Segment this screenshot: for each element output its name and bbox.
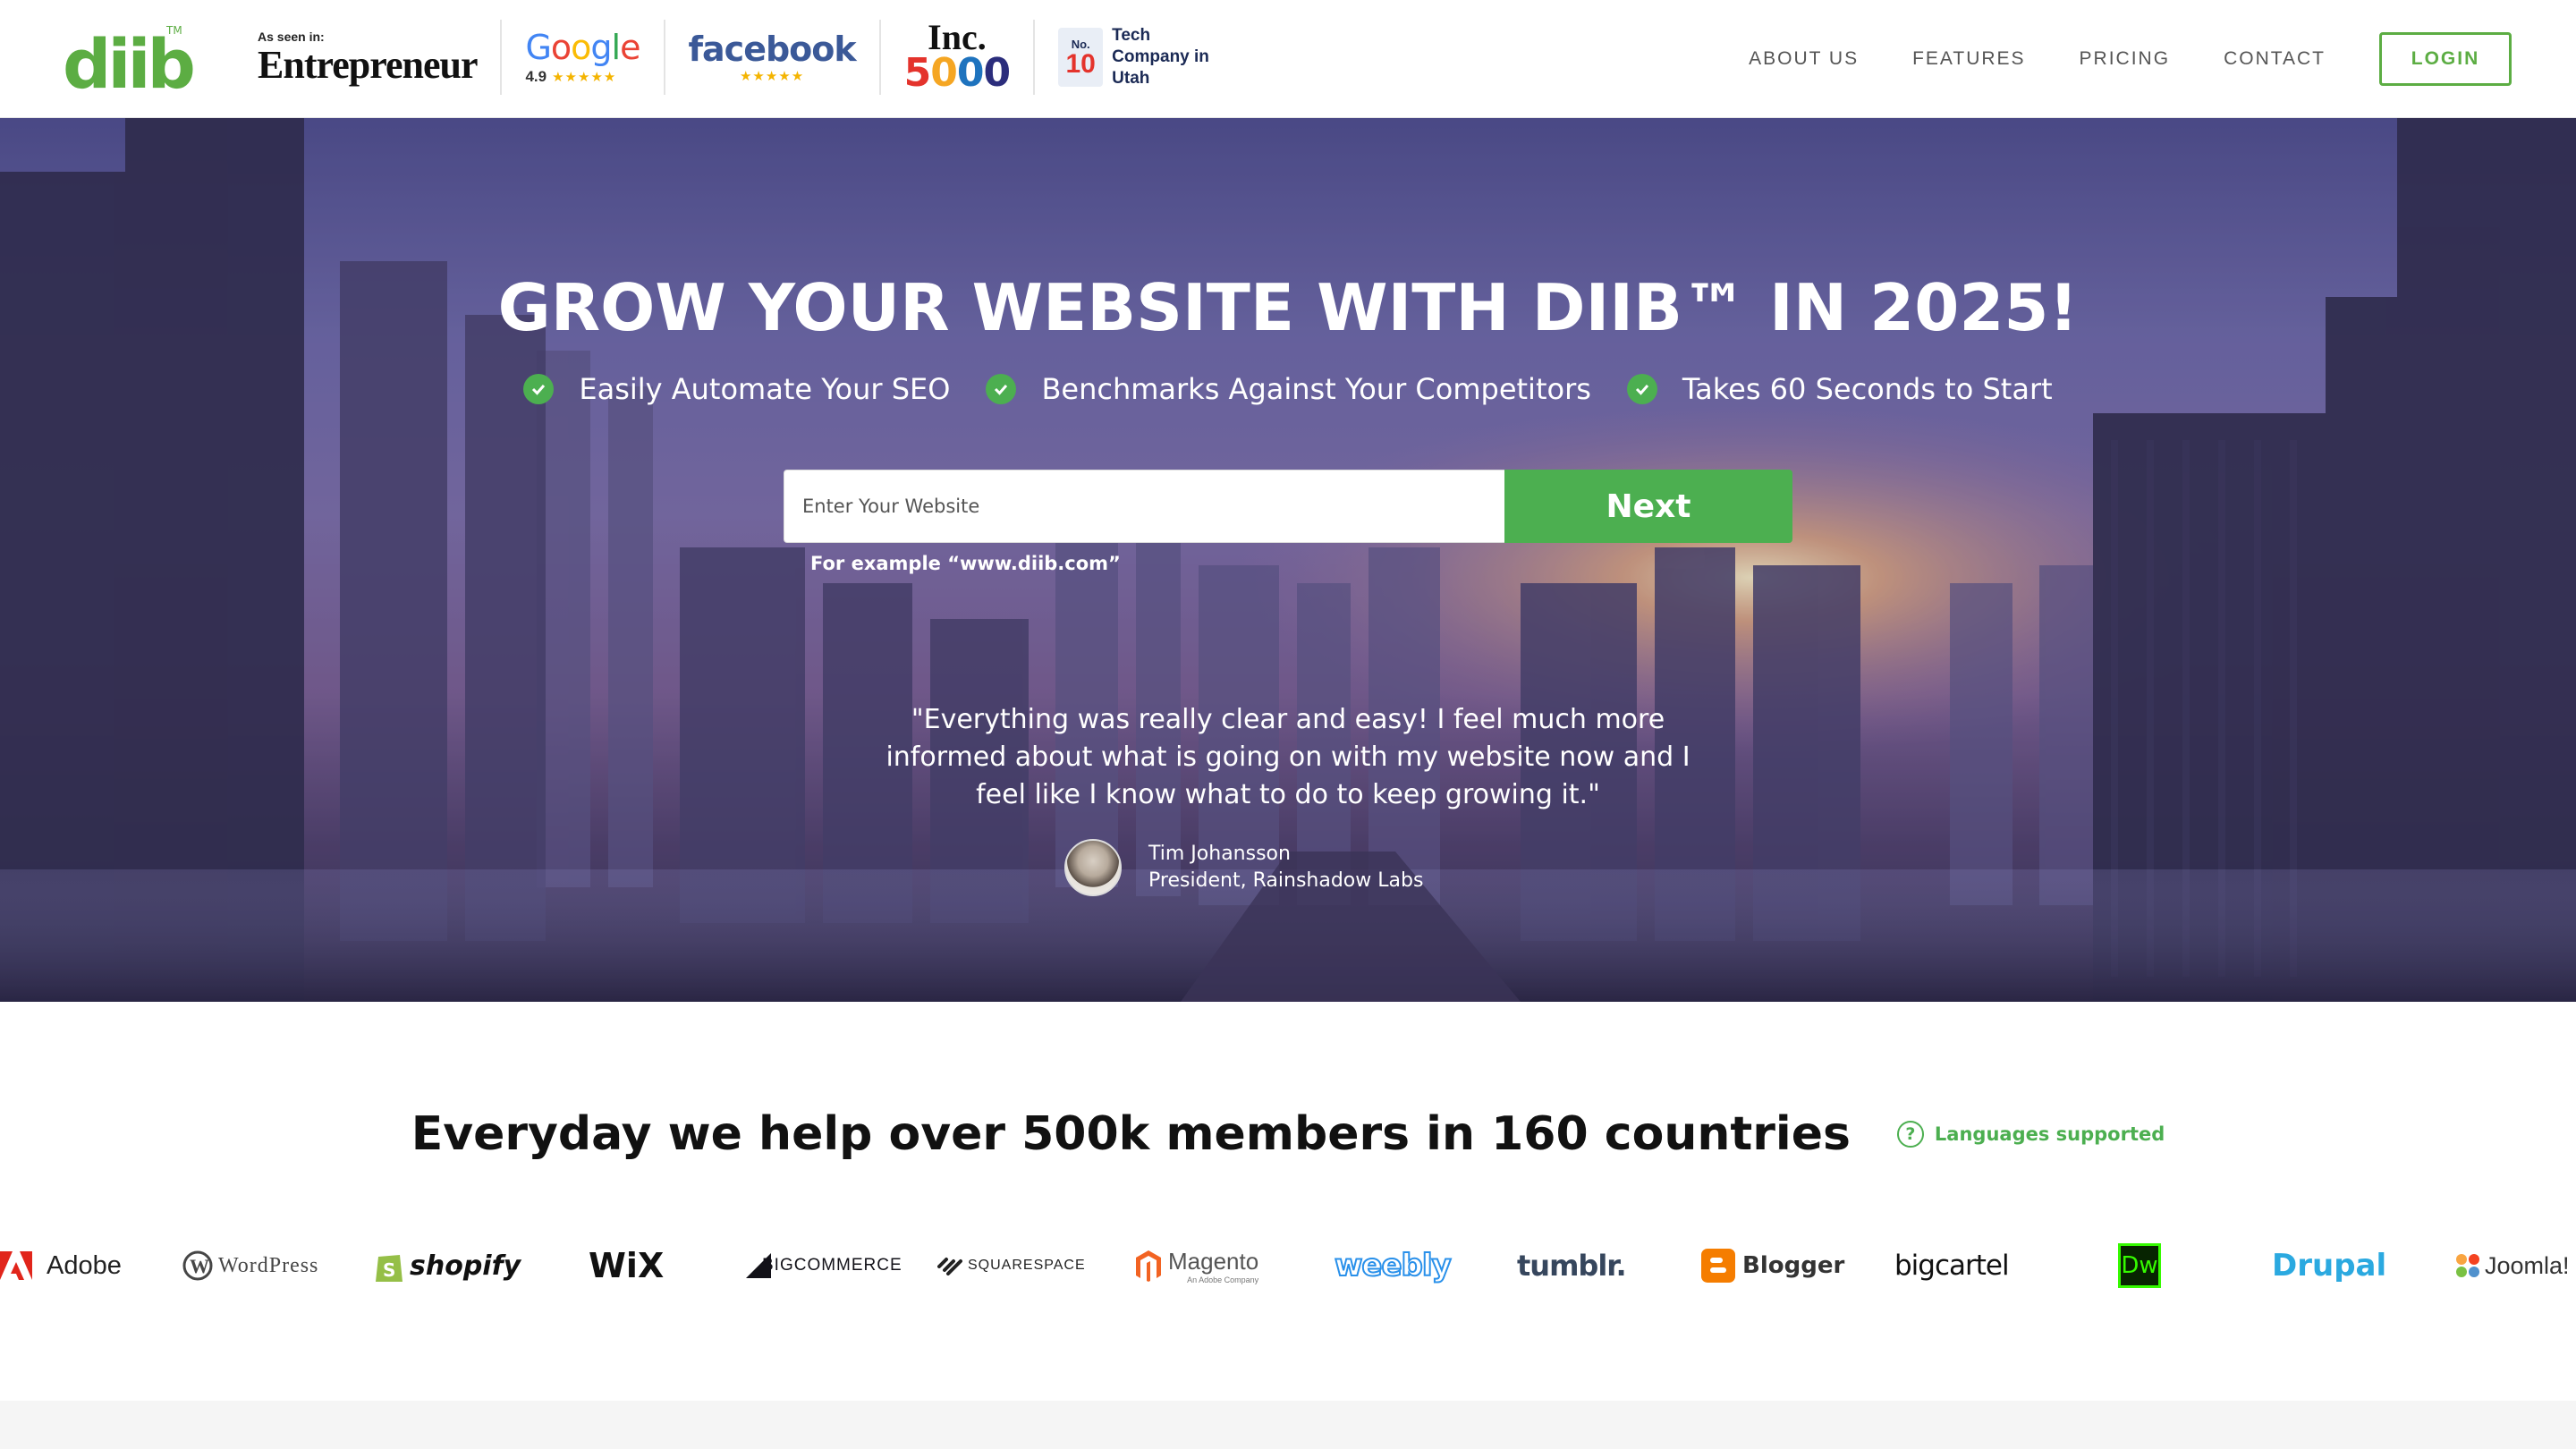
shopify-label: shopify (410, 1250, 521, 1282)
dreamweaver-label: Dw (2121, 1252, 2158, 1279)
next-button[interactable]: Next (1504, 470, 1792, 543)
inc5000-badge: Inc. 5000 (881, 20, 1036, 95)
platform-logos: Adobe W WordPress S shopify WiX BIGCOMME… (0, 1233, 2576, 1299)
as-seen-in-label: As seen in: (258, 30, 325, 44)
check-icon (986, 374, 1017, 404)
no10-number: 10 (1065, 48, 1096, 79)
magento-icon (1136, 1250, 1161, 1282)
question-icon: ? (1896, 1121, 1924, 1148)
hero-title: GROW YOUR WEBSITE WITH DIIB™ IN 2025! (497, 270, 2079, 345)
bigcommerce-label: BIGCOMMERCE (762, 1256, 902, 1275)
main-nav: ABOUT US FEATURES PRICING CONTACT LOGIN (1749, 0, 2576, 118)
bigcartel-label: bigcartel (1894, 1250, 2010, 1282)
weebly-logo: weebly (1334, 1233, 1453, 1299)
wordpress-logo: W WordPress (182, 1233, 318, 1299)
feature-text: Benchmarks Against Your Competitors (1041, 372, 1591, 406)
squarespace-icon (937, 1258, 962, 1275)
shopify-logo: S shopify (374, 1233, 521, 1299)
magento-label: Magento (1168, 1247, 1259, 1275)
input-example-hint: For example “www.diib.com” (810, 553, 1121, 574)
languages-supported-link[interactable]: ? Languages supported (1896, 1121, 2165, 1148)
facebook-rating-badge: facebook ★★★★★ (665, 20, 881, 95)
feature-text: Takes 60 Seconds to Start (1682, 372, 2053, 406)
wix-logo: WiX (589, 1233, 664, 1299)
no10-caption: Tech Company in Utah (1112, 26, 1209, 88)
feature-item: Easily Automate Your SEO (523, 372, 950, 406)
svg-text:W: W (190, 1255, 209, 1277)
weebly-label: weebly (1334, 1247, 1453, 1284)
website-input[interactable] (784, 470, 1504, 543)
blogger-icon (1701, 1249, 1735, 1283)
tumblr-logo: tumblr. (1517, 1233, 1627, 1299)
diib-logo[interactable]: diib TM (61, 20, 197, 104)
feature-item: Takes 60 Seconds to Start (1626, 372, 2053, 406)
entrepreneur-logo: Entrepreneur (258, 43, 478, 87)
entrepreneur-badge: As seen in: Entrepreneur (258, 20, 503, 95)
members-heading: Everyday we help over 500k members in 16… (411, 1107, 1851, 1161)
google-rating-value: 4.9 (525, 68, 547, 85)
google-logo: Google (525, 28, 640, 67)
tumblr-label: tumblr. (1517, 1249, 1627, 1283)
site-header: diib TM As seen in: Entrepreneur Google … (0, 0, 2576, 118)
feature-list: Easily Automate Your SEO Benchmarks Agai… (0, 372, 2576, 406)
squarespace-label: SQUARESPACE (968, 1258, 1086, 1273)
check-icon (523, 374, 555, 404)
adobe-icon (0, 1251, 32, 1280)
google-rating-badge: Google 4.9 ★★★★★ (502, 20, 665, 95)
members-section: Everyday we help over 500k members in 16… (0, 1002, 2576, 1401)
joomla-logo: Joomla! (2454, 1233, 2570, 1299)
website-search-form: Next (784, 470, 1792, 543)
wordpress-icon: W (182, 1250, 213, 1281)
shopify-bag-icon: S (376, 1255, 402, 1282)
next-section-edge (0, 1401, 2576, 1449)
inc-5000-number: 5000 (903, 50, 1011, 96)
adobe-label: Adobe (47, 1250, 122, 1280)
hero-section: GROW YOUR WEBSITE WITH DIIB™ IN 2025! Ea… (0, 118, 2576, 1002)
languages-supported-label: Languages supported (1934, 1123, 2165, 1145)
wordpress-label: WordPress (218, 1253, 319, 1277)
feature-text: Easily Automate Your SEO (579, 372, 951, 406)
squarespace-logo: SQUARESPACE (937, 1233, 1086, 1299)
blogger-logo: Blogger (1701, 1233, 1844, 1299)
magento-sub-label: An Adobe Company (1187, 1275, 1259, 1284)
wix-label: WiX (589, 1246, 665, 1285)
google-stars-icon: ★★★★★ (552, 70, 617, 85)
facebook-logo: facebook (688, 30, 857, 69)
testimonial-author: Tim Johansson President, Rainshadow Labs (1064, 839, 1423, 896)
facebook-stars-icon: ★★★★★ (739, 69, 805, 84)
dreamweaver-icon: Dw (2118, 1243, 2161, 1288)
nav-contact[interactable]: CONTACT (2224, 48, 2326, 70)
feature-item: Benchmarks Against Your Competitors (986, 372, 1591, 406)
avatar (1064, 839, 1122, 896)
drupal-label: Drupal (2272, 1248, 2387, 1284)
magento-logo: Magento An Adobe Company (1134, 1233, 1258, 1299)
no10-tech-badge: No. 10 Tech Company in Utah (1035, 20, 1233, 95)
blogger-label: Blogger (1742, 1252, 1845, 1279)
nav-pricing[interactable]: PRICING (2080, 48, 2171, 70)
adobe-logo: Adobe (0, 1233, 122, 1299)
bigcartel-logo: bigcartel (1894, 1233, 2010, 1299)
drupal-logo: Drupal (2272, 1233, 2386, 1299)
no10-icon: No. 10 (1058, 28, 1104, 87)
testimonial-quote: "Everything was really clear and easy! I… (886, 704, 1690, 810)
dreamweaver-logo: Dw (2118, 1233, 2161, 1299)
login-button[interactable]: LOGIN (2379, 32, 2512, 86)
nav-about-us[interactable]: ABOUT US (1749, 48, 1859, 70)
joomla-label: Joomla! (2485, 1251, 2570, 1279)
logo-trademark: TM (165, 24, 182, 37)
bigcommerce-logo: BIGCOMMERCE (746, 1233, 902, 1299)
inc-logo: Inc. (928, 17, 987, 57)
joomla-icon (2456, 1254, 2479, 1277)
nav-features[interactable]: FEATURES (1912, 48, 2025, 70)
check-icon (1626, 374, 1657, 404)
svg-text:S: S (383, 1259, 395, 1281)
author-title: President, Rainshadow Labs (1148, 869, 1424, 892)
author-name: Tim Johansson (1148, 843, 1291, 865)
press-badges: As seen in: Entrepreneur Google 4.9 ★★★★… (258, 20, 1233, 95)
